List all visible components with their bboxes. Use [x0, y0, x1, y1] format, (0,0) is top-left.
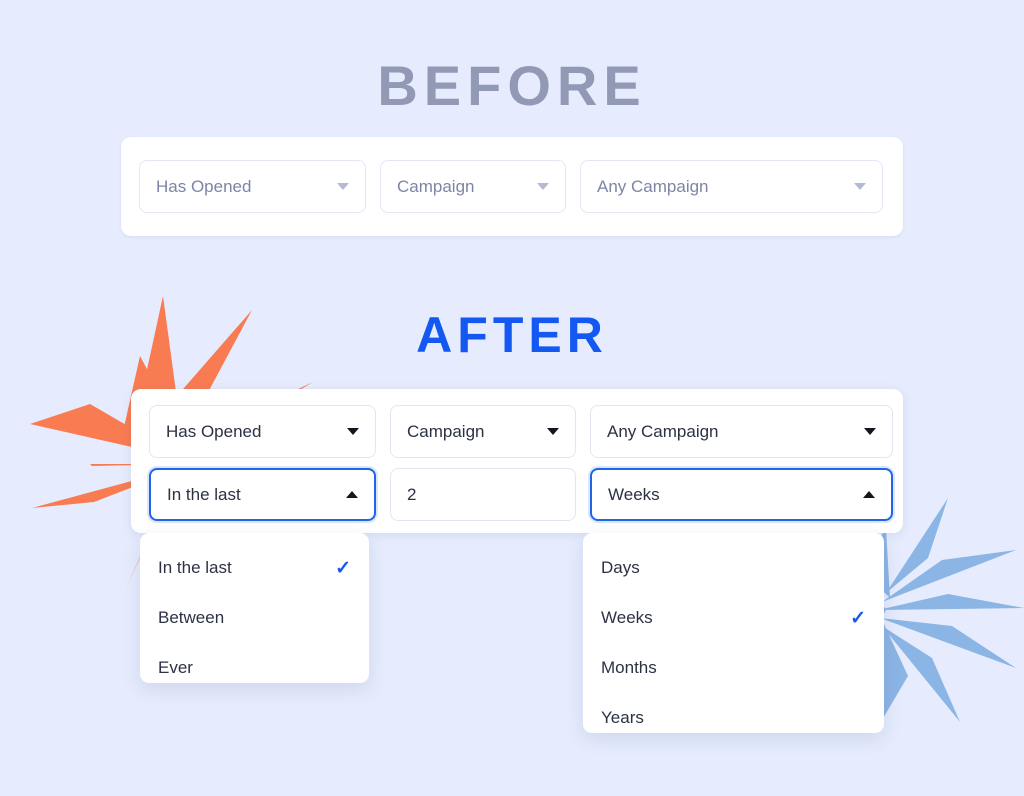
chevron-up-icon	[346, 491, 358, 498]
chevron-down-icon	[864, 428, 876, 435]
before-campaign-value: Any Campaign	[597, 176, 709, 196]
before-event-type-select[interactable]: Has Opened	[139, 160, 366, 213]
timeframe-operator-select[interactable]: In the last	[149, 468, 376, 521]
option-label: Between	[158, 608, 225, 627]
after-campaign-type-select[interactable]: Campaign	[390, 405, 576, 458]
after-filter-row-2: In the last 2 Weeks	[149, 468, 893, 521]
timeframe-operator-value: In the last	[167, 484, 241, 504]
before-campaign-select[interactable]: Any Campaign	[580, 160, 883, 213]
dropdown-option-between[interactable]: Between ✓	[140, 593, 369, 643]
chevron-down-icon	[347, 428, 359, 435]
before-campaign-type-value: Campaign	[397, 176, 475, 196]
before-section-title: BEFORE	[377, 54, 647, 117]
option-label: Ever	[158, 658, 193, 677]
option-label: Days	[601, 558, 640, 577]
check-icon: ✓	[335, 557, 351, 579]
after-campaign-select[interactable]: Any Campaign	[590, 405, 893, 458]
chevron-down-icon	[854, 183, 866, 190]
after-filter-row-1: Has Opened Campaign Any Campaign	[149, 405, 893, 458]
timeframe-amount-input[interactable]: 2	[390, 468, 576, 521]
after-event-type-value: Has Opened	[166, 421, 262, 441]
check-icon: ✓	[850, 607, 866, 629]
chevron-down-icon	[537, 183, 549, 190]
dropdown-option-days[interactable]: Days ✓	[583, 543, 884, 593]
before-campaign-type-select[interactable]: Campaign	[380, 160, 566, 213]
dropdown-option-in-the-last[interactable]: In the last ✓	[140, 543, 369, 593]
timeframe-unit-value: Weeks	[608, 484, 660, 504]
chevron-down-icon	[337, 183, 349, 190]
option-label: Months	[601, 658, 657, 677]
option-label: In the last	[158, 558, 232, 577]
after-filter-card: Has Opened Campaign Any Campaign In the …	[131, 389, 903, 533]
option-label: Years	[601, 708, 644, 727]
after-event-type-select[interactable]: Has Opened	[149, 405, 376, 458]
timeframe-amount-value: 2	[407, 484, 417, 504]
after-section-title: AFTER	[416, 307, 608, 363]
dropdown-option-months[interactable]: Months ✓	[583, 643, 884, 693]
dropdown-option-weeks[interactable]: Weeks ✓	[583, 593, 884, 643]
timeframe-unit-dropdown[interactable]: Days ✓ Weeks ✓ Months ✓ Years ✓	[583, 533, 884, 733]
before-event-type-value: Has Opened	[156, 176, 252, 196]
timeframe-operator-dropdown[interactable]: In the last ✓ Between ✓ Ever ✓	[140, 533, 369, 683]
option-label: Weeks	[601, 608, 653, 627]
after-campaign-type-value: Campaign	[407, 421, 485, 441]
chevron-up-icon	[863, 491, 875, 498]
after-campaign-value: Any Campaign	[607, 421, 719, 441]
chevron-down-icon	[547, 428, 559, 435]
dropdown-option-ever[interactable]: Ever ✓	[140, 643, 369, 693]
dropdown-option-years[interactable]: Years ✓	[583, 693, 884, 743]
before-filter-card: Has Opened Campaign Any Campaign	[121, 137, 903, 236]
timeframe-unit-select[interactable]: Weeks	[590, 468, 893, 521]
